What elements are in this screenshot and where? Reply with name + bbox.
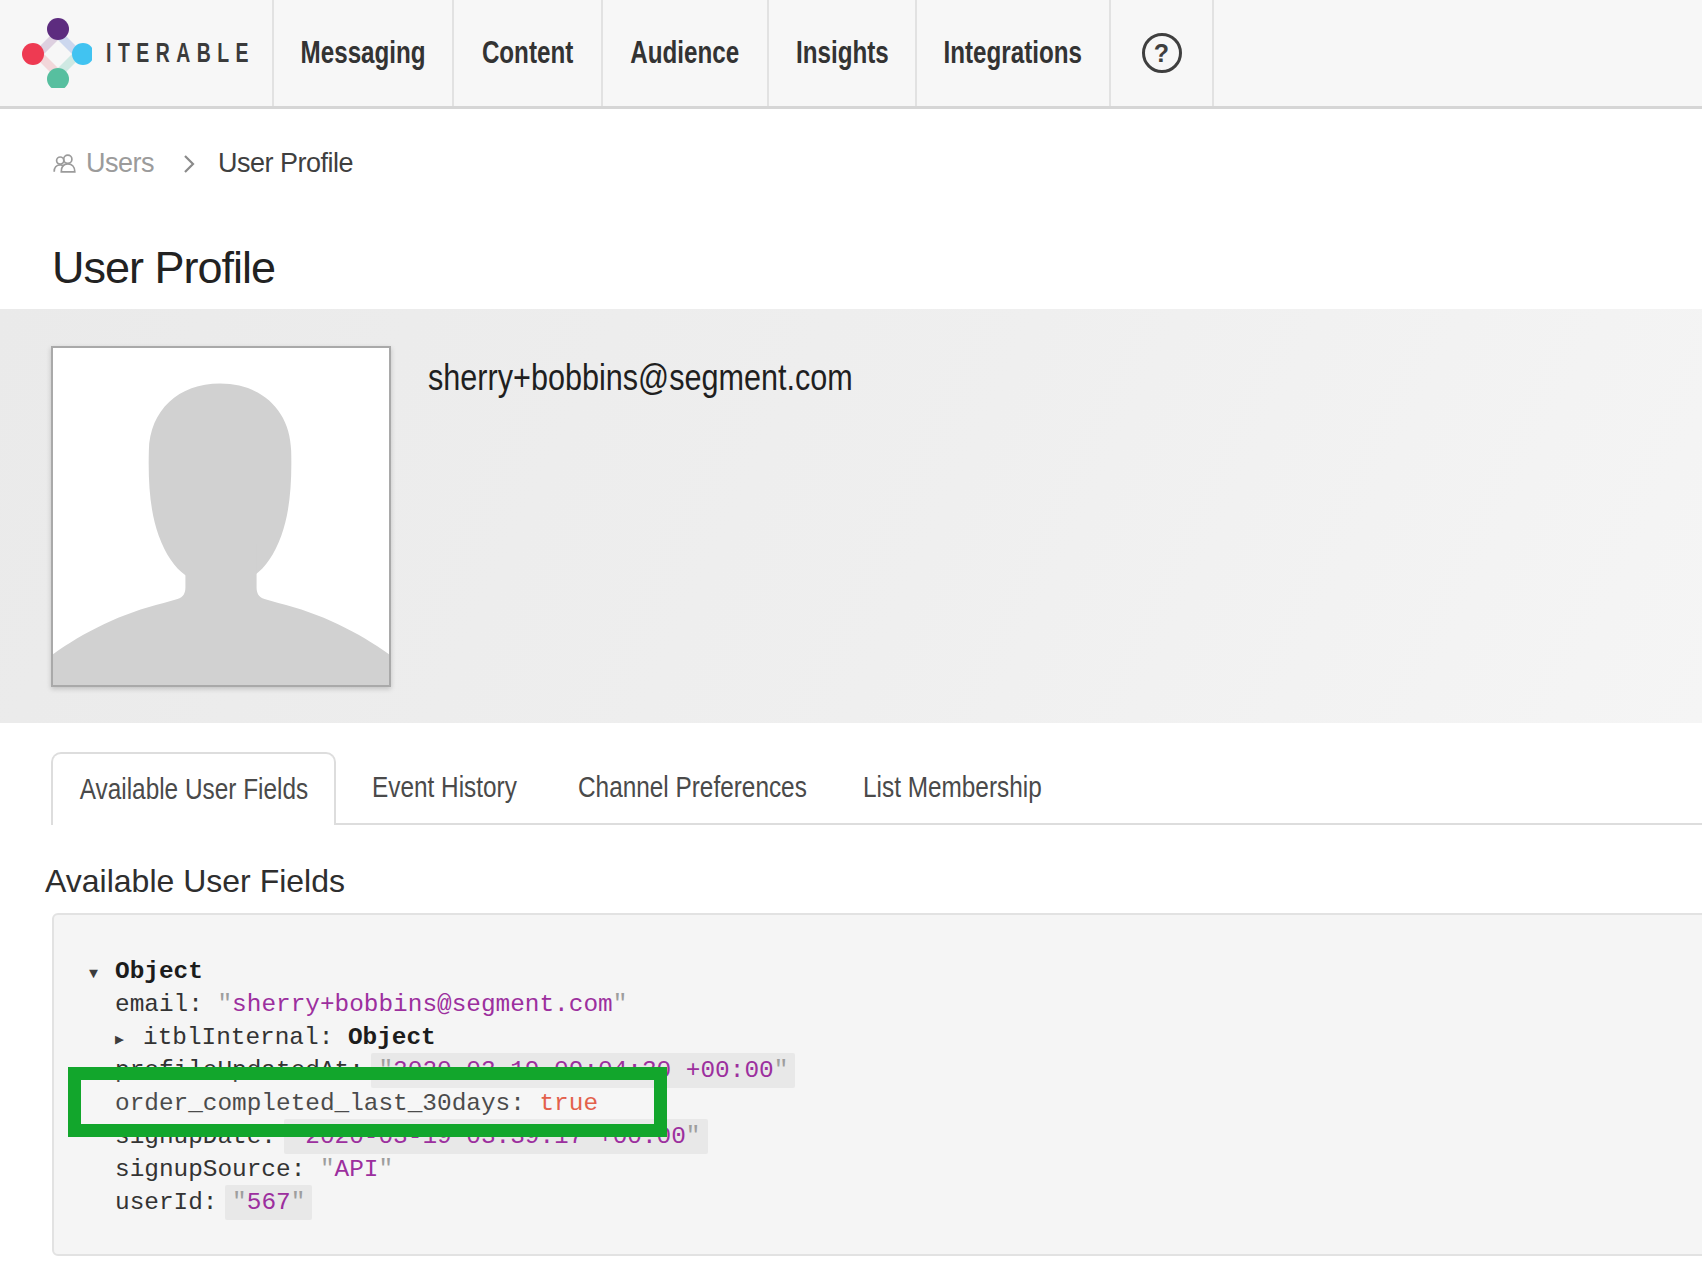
breadcrumb: Users User Profile: [52, 148, 353, 179]
section-heading: Available User Fields: [45, 863, 345, 900]
field-row-email: email: "sherry+bobbins@segment.com": [115, 988, 1702, 1021]
user-fields-json-viewer: ▼Object email: "sherry+bobbins@segment.c…: [52, 913, 1702, 1256]
nav-item-integrations[interactable]: Integrations: [917, 0, 1111, 106]
field-row-signupSource: signupSource: "API": [115, 1153, 1702, 1186]
field-row-profileUpdatedAt: profileUpdatedAt: "2020-03-19 09:04:30 +…: [115, 1054, 1702, 1087]
help-icon: ?: [1142, 33, 1182, 73]
field-row-signupDate: signupDate: "2020-03-19 03:39:17 +00:00": [115, 1120, 1702, 1153]
field-row-order_completed_last_30days: order_completed_last_30days: true: [115, 1087, 1702, 1120]
nav-item-audience[interactable]: Audience: [603, 0, 769, 106]
nav-item-insights[interactable]: Insights: [769, 0, 917, 106]
collapse-arrow-icon[interactable]: ▼: [89, 958, 115, 991]
user-email: sherry+bobbins@segment.com: [428, 357, 853, 399]
tab-channel-preferences[interactable]: Channel Preferences: [578, 771, 850, 804]
profile-header-band: sherry+bobbins@segment.com: [0, 309, 1702, 723]
tab-available-user-fields[interactable]: Available User Fields: [51, 752, 336, 825]
person-silhouette-icon: [53, 348, 389, 685]
page: ITERABLE MessagingContentAudienceInsight…: [0, 0, 1702, 1276]
json-root-row[interactable]: ▼Object: [115, 955, 1702, 988]
field-row-userId: userId: "567": [115, 1186, 1702, 1219]
nav-item-messaging[interactable]: Messaging: [274, 0, 454, 106]
brand-home-link[interactable]: ITERABLE: [0, 0, 274, 106]
breadcrumb-current: User Profile: [218, 148, 353, 179]
avatar-placeholder: [51, 346, 391, 687]
users-icon: [52, 151, 78, 177]
brand-text: ITERABLE: [106, 38, 255, 69]
iterable-logo-icon: [22, 18, 92, 88]
field-row-itblInternal[interactable]: ▶itblInternal: Object: [115, 1021, 1702, 1054]
nav-item-content[interactable]: Content: [454, 0, 603, 106]
breadcrumb-users-link[interactable]: Users: [86, 148, 154, 179]
nav-spacer: [1214, 0, 1702, 106]
help-button[interactable]: ?: [1111, 0, 1214, 106]
top-nav: ITERABLE MessagingContentAudienceInsight…: [0, 0, 1702, 109]
expand-arrow-icon[interactable]: ▶: [115, 1024, 143, 1057]
tab-event-history[interactable]: Event History: [372, 771, 544, 804]
chevron-right-icon: [182, 153, 196, 175]
tab-list-membership[interactable]: List Membership: [863, 771, 1076, 804]
page-title: User Profile: [52, 242, 275, 294]
